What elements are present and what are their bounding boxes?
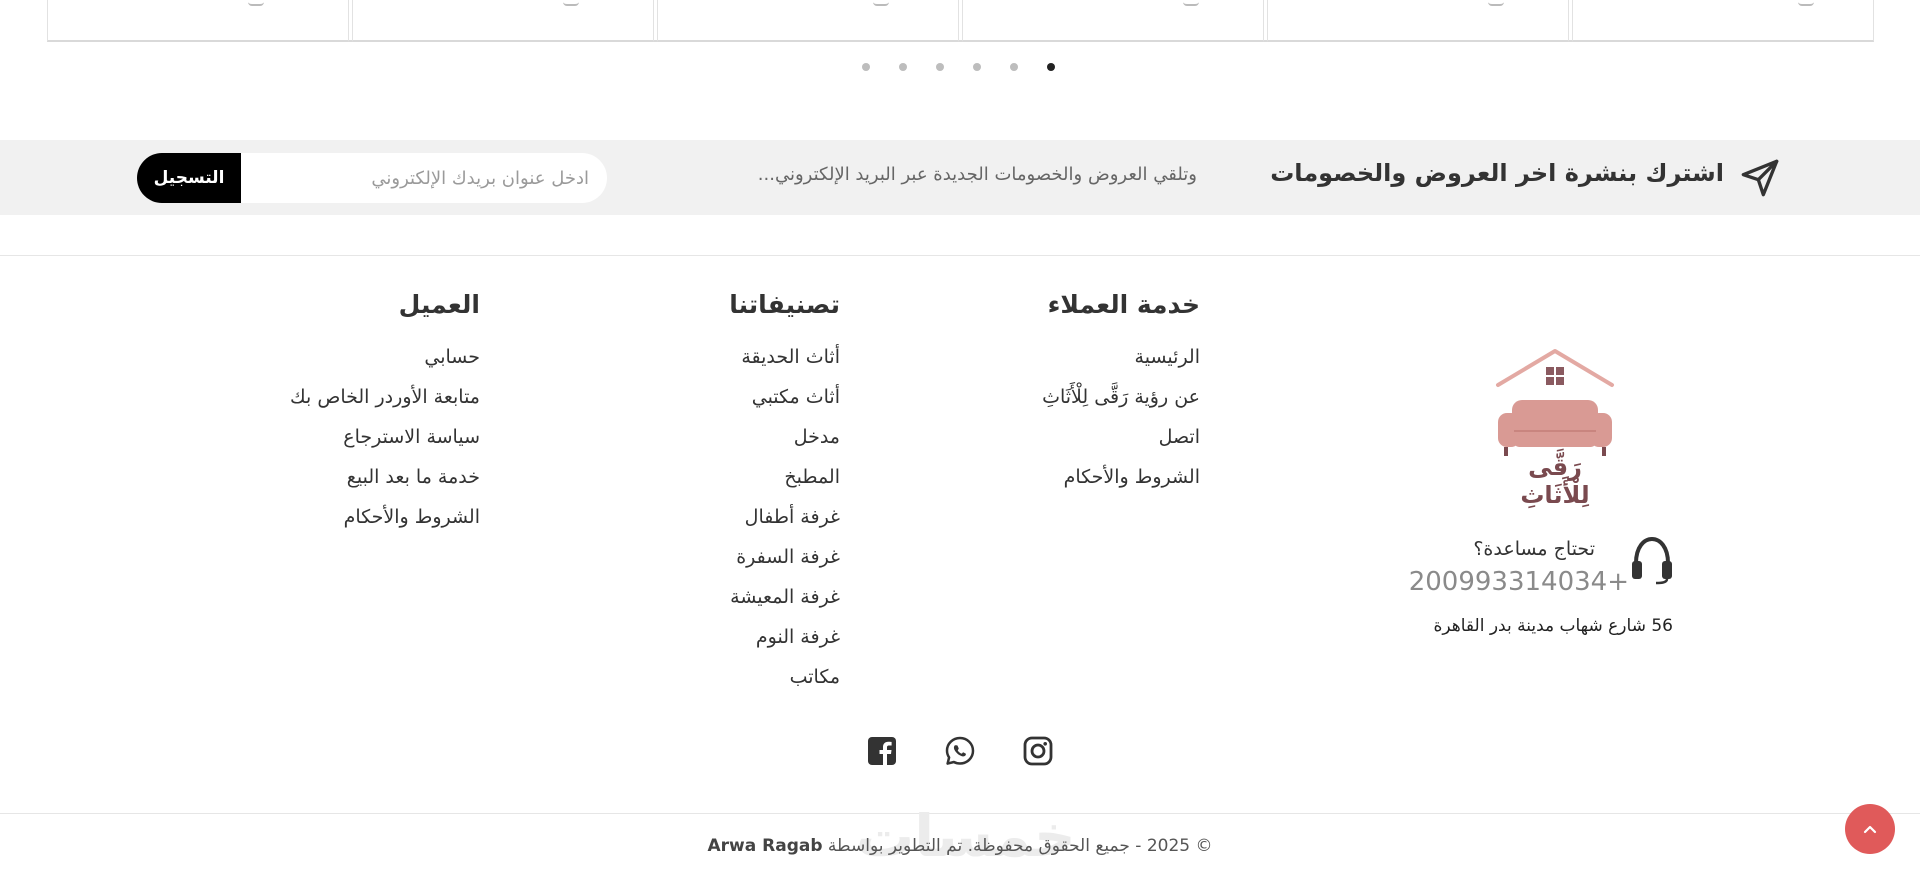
footer-column-client: العميل حسابي متابعة الأوردر الخاص بك سيا… <box>290 290 480 537</box>
product-card[interactable] <box>1572 0 1874 42</box>
footer-column-categories: تصنيفاتنا أثاث الحديقة أثاث مكتبي مدخل ا… <box>729 290 840 697</box>
newsletter-title: اشترك بنشرة اخر العروض والخصومات <box>1270 159 1724 187</box>
product-carousel <box>47 0 1874 42</box>
footer-link-track-order[interactable]: متابعة الأوردر الخاص بك <box>290 377 480 417</box>
footer-heading: خدمة العملاء <box>1047 290 1200 319</box>
footer-link-about[interactable]: عن رؤية رَقَّى لِلْأَثَاثِ <box>1042 377 1200 417</box>
chevron-up-icon <box>1863 825 1877 834</box>
headset-icon <box>1632 536 1672 585</box>
copyright-author[interactable]: Arwa Ragab <box>708 836 823 856</box>
carousel-pagination <box>862 63 1055 71</box>
carousel-dot-active[interactable] <box>1047 63 1055 71</box>
footer-link-terms[interactable]: الشروط والأحكام <box>290 497 480 537</box>
address: 56 شارع شهاب مدينة بدر القاهرة <box>1433 616 1673 636</box>
phone-number[interactable]: 200993314034+ <box>1409 567 1629 597</box>
footer-link-category[interactable]: غرفة أطفال <box>729 497 840 537</box>
newsletter-form: التسجيل <box>137 153 607 203</box>
footer-divider <box>0 255 1920 256</box>
send-icon <box>1741 159 1779 197</box>
logo-text: رَقَّى لِلْأَثَاثِ <box>1520 453 1590 509</box>
email-field[interactable] <box>241 153 607 203</box>
copyright: © 2025 - جميع الحقوق محفوظة. تم التطوير … <box>0 836 1920 856</box>
social-links <box>866 735 1054 767</box>
footer-heading: العميل <box>398 290 480 319</box>
footer-link-contact[interactable]: اتصل <box>1042 417 1200 457</box>
footer-link-category[interactable]: أثاث الحديقة <box>729 337 840 377</box>
footer-link-returns[interactable]: سياسة الاسترجاع <box>290 417 480 457</box>
product-card[interactable] <box>47 0 349 42</box>
carousel-dot[interactable] <box>1010 63 1018 71</box>
product-card[interactable] <box>352 0 654 42</box>
whatsapp-icon[interactable] <box>944 735 976 767</box>
footer-link-category[interactable]: مكاتب <box>729 657 840 697</box>
carousel-dot[interactable] <box>899 63 907 71</box>
footer-link-category[interactable]: المطبخ <box>729 457 840 497</box>
product-card[interactable] <box>657 0 959 42</box>
help-label: تحتاج مساعدة؟ <box>1473 538 1595 560</box>
carousel-dot[interactable] <box>973 63 981 71</box>
footer-heading: تصنيفاتنا <box>729 290 840 319</box>
copyright-text: © 2025 - جميع الحقوق محفوظة. تم التطوير … <box>822 836 1213 856</box>
carousel-dot[interactable] <box>936 63 944 71</box>
footer-link-category[interactable]: غرفة المعيشة <box>729 577 840 617</box>
footer-link-category[interactable]: غرفة السفرة <box>729 537 840 577</box>
footer-link-category[interactable]: أثاث مكتبي <box>729 377 840 417</box>
footer-link-terms[interactable]: الشروط والأحكام <box>1042 457 1200 497</box>
product-card[interactable] <box>962 0 1264 42</box>
footer-link-category[interactable]: غرفة النوم <box>729 617 840 657</box>
facebook-icon[interactable] <box>866 735 898 767</box>
product-card[interactable] <box>1267 0 1569 42</box>
footer-link-account[interactable]: حسابي <box>290 337 480 377</box>
footer-link-after-sales[interactable]: خدمة ما بعد البيع <box>290 457 480 497</box>
subscribe-button[interactable]: التسجيل <box>137 153 241 203</box>
footer-column-customer-service: خدمة العملاء الرئيسية عن رؤية رَقَّى لِل… <box>1042 290 1200 497</box>
instagram-icon[interactable] <box>1022 735 1054 767</box>
back-to-top-button[interactable] <box>1845 804 1895 854</box>
footer-link-category[interactable]: مدخل <box>729 417 840 457</box>
newsletter-subtitle: وتلقي العروض والخصومات الجديدة عبر البري… <box>757 164 1197 185</box>
footer-link-home[interactable]: الرئيسية <box>1042 337 1200 377</box>
carousel-dot[interactable] <box>862 63 870 71</box>
